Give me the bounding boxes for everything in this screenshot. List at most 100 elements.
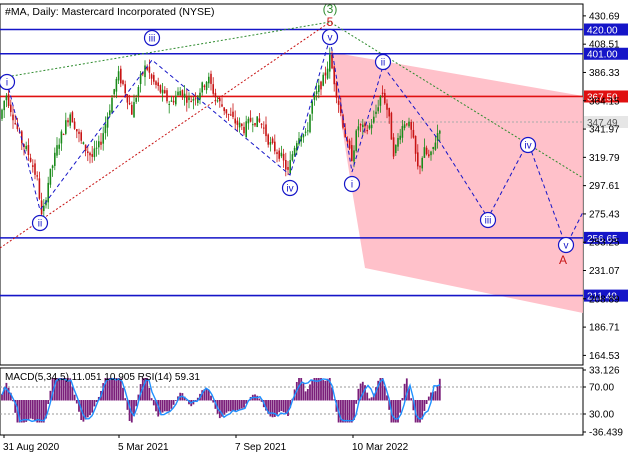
candle-body <box>161 89 164 94</box>
wave-label: (3) <box>323 2 338 16</box>
macd-bar <box>368 398 371 401</box>
candle-body <box>421 157 423 169</box>
candle-body <box>36 175 38 177</box>
macd-bar <box>170 400 173 409</box>
candle-body <box>289 160 291 174</box>
candle-body <box>412 129 415 138</box>
candle-body <box>91 154 93 157</box>
wave-label: ii <box>38 219 42 230</box>
macd-bar <box>320 378 322 401</box>
candle-body <box>291 154 294 161</box>
candle-body <box>263 127 265 129</box>
macd-bar <box>425 400 428 405</box>
candle-body <box>265 124 267 137</box>
candle-body <box>318 85 320 92</box>
candle-body <box>51 165 54 169</box>
candle-body <box>89 152 91 156</box>
indicator-tick-label: 70.00 <box>589 383 614 394</box>
candle-body <box>58 144 60 149</box>
candle-body <box>111 97 113 113</box>
candle-body <box>164 90 166 94</box>
candle-body <box>76 129 78 132</box>
candle-body <box>1 109 3 119</box>
candle-body <box>260 123 263 125</box>
candle-body <box>124 84 126 94</box>
candle-body <box>419 166 421 168</box>
macd-bar <box>324 380 327 401</box>
y-tick-label: 253.25 <box>589 238 620 249</box>
candle-body <box>87 151 89 153</box>
macd-bar <box>304 391 307 401</box>
candle-body <box>5 95 8 101</box>
candle-body <box>219 98 221 102</box>
macd-bar <box>227 400 230 412</box>
candle-body <box>95 147 98 149</box>
candle-body <box>38 178 41 199</box>
candle-body <box>236 120 239 125</box>
candle-body <box>214 92 217 98</box>
candle-body <box>25 145 27 150</box>
macd-bar <box>152 400 155 406</box>
macd-bar <box>161 400 164 413</box>
wave-label: v <box>564 241 569 252</box>
candle-body <box>370 124 373 129</box>
macd-bar <box>276 400 278 415</box>
candle-body <box>14 123 16 125</box>
chart-canvas: iiiiiiivv(3)5iiiiiiivvA 420.00401.00367.… <box>0 0 640 457</box>
candle-body <box>269 142 272 145</box>
y-tick-label: 341.97 <box>589 125 620 136</box>
macd-bar <box>280 400 283 411</box>
candle-body <box>243 126 245 134</box>
candle-body <box>258 118 261 122</box>
candle-body <box>192 99 195 101</box>
candle-body <box>392 137 395 157</box>
wave-label: 5 <box>327 15 334 29</box>
macd-bar <box>238 400 241 410</box>
macd-bar <box>306 389 309 401</box>
candle-body <box>397 137 399 147</box>
candle-body <box>194 98 197 100</box>
candle-body <box>210 73 212 84</box>
candle-body <box>199 92 201 100</box>
candle-body <box>379 95 382 106</box>
candle-body <box>401 126 404 138</box>
macd-bar <box>205 388 208 401</box>
candle-body <box>201 82 203 93</box>
macd-bar <box>434 391 437 401</box>
candle-body <box>126 94 129 103</box>
candle-body <box>133 102 135 118</box>
candle-body <box>313 94 316 100</box>
candle-body <box>100 141 102 145</box>
candle-body <box>208 76 210 84</box>
macd-bar <box>271 400 274 418</box>
candle-body <box>282 153 285 161</box>
candle-body <box>439 130 441 134</box>
macd-bar <box>427 396 430 401</box>
candle-body <box>315 91 318 95</box>
candle-body <box>326 68 329 79</box>
candle-body <box>359 124 362 126</box>
macd-bar <box>40 400 43 423</box>
candle-body <box>373 116 375 123</box>
y-tick-label: 319.79 <box>589 153 620 164</box>
macd-bar <box>86 400 89 418</box>
candle-body <box>102 133 104 144</box>
candle-body <box>434 142 437 150</box>
candle-body <box>190 101 192 103</box>
macd-bar <box>218 400 221 419</box>
macd-bar <box>122 387 124 401</box>
candle-body <box>351 145 353 161</box>
macd-bar <box>89 400 91 416</box>
candle-body <box>432 147 434 149</box>
y-tick-label: 386.33 <box>589 68 620 79</box>
candle-body <box>238 122 241 128</box>
candle-body <box>408 121 410 127</box>
macd-bar <box>287 400 289 416</box>
candle-body <box>10 104 12 113</box>
candle-body <box>309 114 311 133</box>
chart-title: #MA, Daily: Mastercard Incorporated (NYS… <box>5 6 215 18</box>
macd-bar <box>163 400 166 412</box>
candle-body <box>29 157 32 162</box>
macd-bar <box>278 400 281 413</box>
x-tick-label: 5 Mar 2021 <box>118 442 169 453</box>
